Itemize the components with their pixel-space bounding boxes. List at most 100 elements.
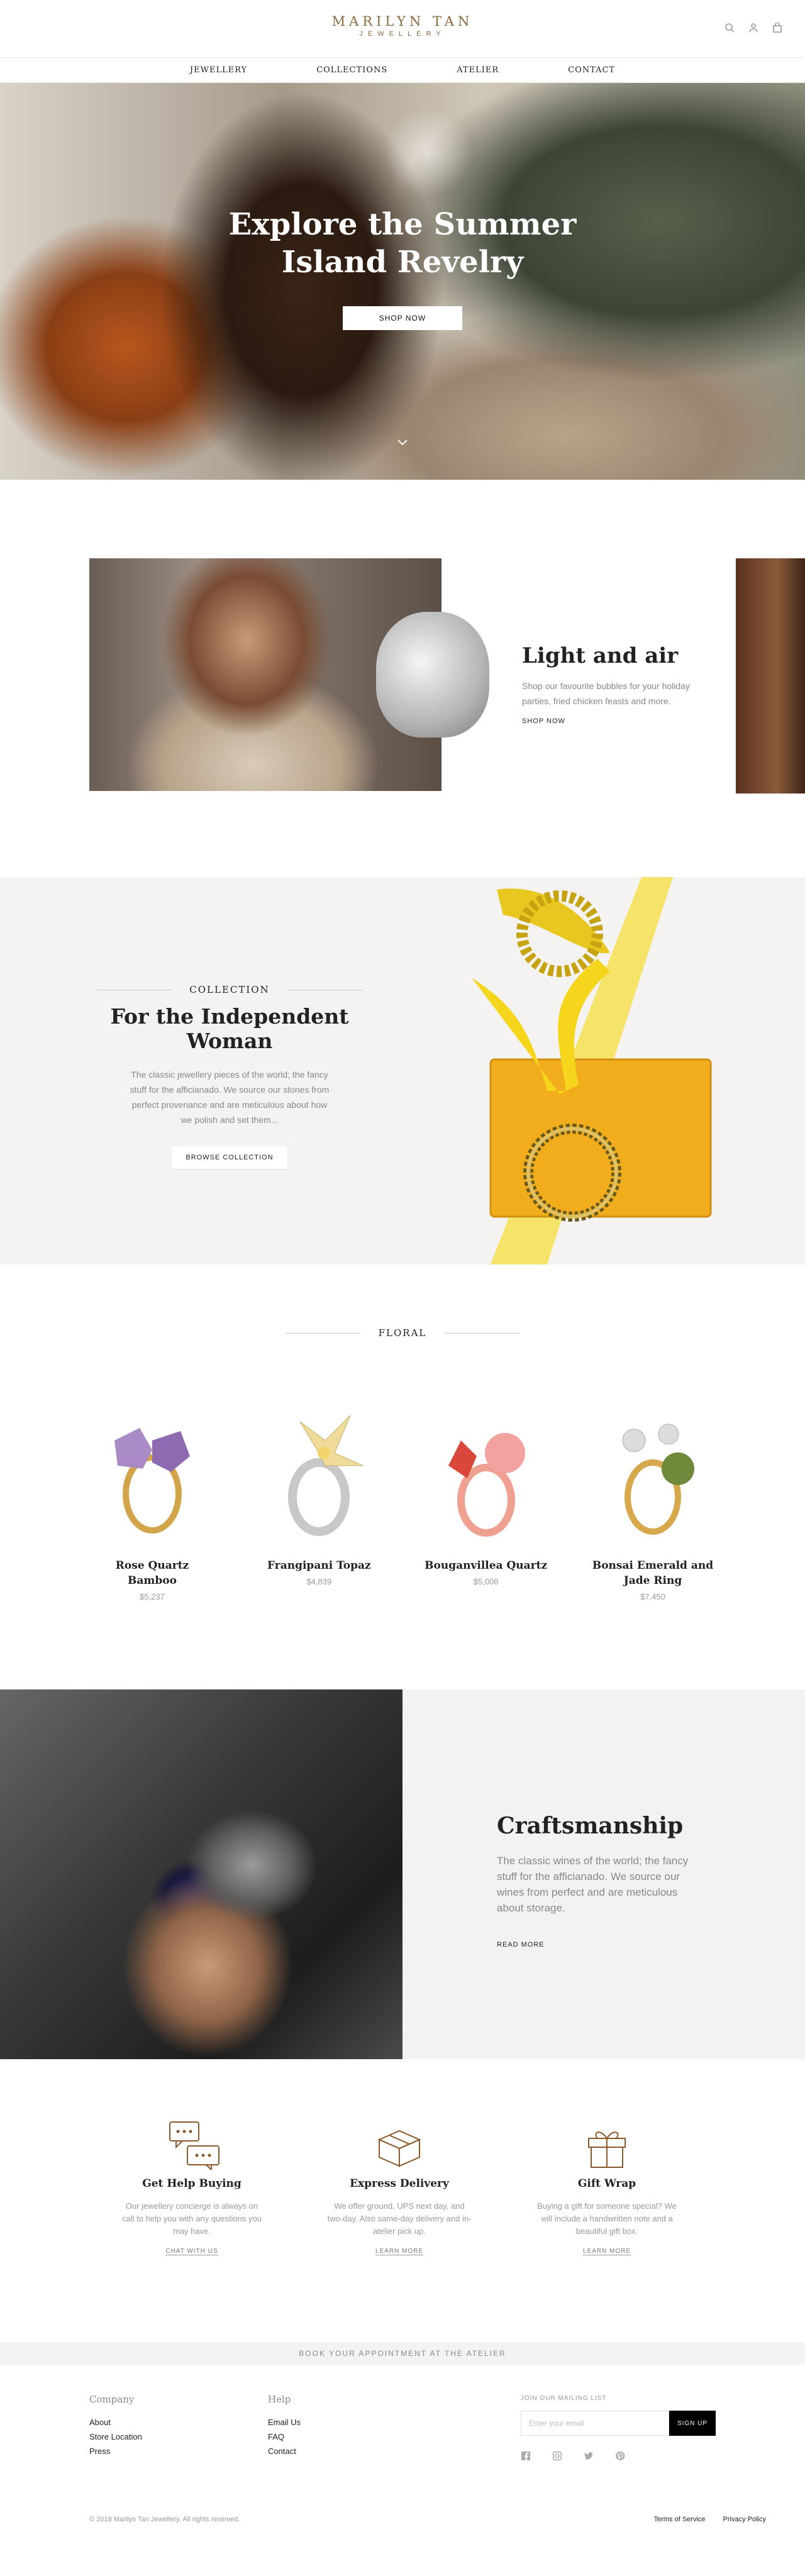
footer-link-faq[interactable]: FAQ [268, 2430, 301, 2444]
product-price: $5,237 [140, 1592, 165, 1601]
copyright-text: © 2018 Marilyn Tan Jewellery. All rights… [89, 2516, 240, 2523]
hero-title-line2: Island Revelry [281, 245, 524, 280]
product-price: $5,008 [473, 1577, 499, 1586]
product-image [448, 1433, 525, 1537]
light-and-air-title: Light and air [522, 643, 679, 668]
collection-section: COLLECTION For the Independent Woman The… [0, 877, 805, 1264]
product-image [622, 1423, 694, 1535]
product-price: $4,839 [306, 1577, 332, 1586]
site-footer: Company About Store Location Press Help … [0, 2365, 805, 2535]
footer-company-heading: Company [89, 2394, 135, 2405]
pinterest-icon[interactable] [615, 2451, 625, 2464]
nav-jewellery[interactable]: JEWELLERY [190, 65, 247, 75]
product-grid: Rose Quartz Bamboo $5,237 Frangipani Top… [89, 1396, 716, 1601]
service-title: Get Help Buying [142, 2177, 242, 2190]
site-header: MARILYN TAN JEWELLERY [0, 0, 805, 58]
brand-logo[interactable]: MARILYN TAN JEWELLERY [332, 14, 474, 38]
service-title: Gift Wrap [577, 2177, 636, 2190]
craftsmanship-title: Craftsmanship [497, 1813, 684, 1839]
floral-heading: FLORAL [0, 1327, 805, 1339]
collection-eyebrow-label: COLLECTION [189, 984, 270, 995]
silver-ring-image [376, 612, 489, 738]
user-icon[interactable] [748, 23, 758, 36]
mailing-list: JOIN OUR MAILING LIST SIGN UP [521, 2395, 716, 2464]
service-gift-wrap: Gift Wrap Buying a gift for someone spec… [535, 2120, 679, 2256]
product-card[interactable]: Frangipani Topaz $4,839 [256, 1396, 382, 1601]
craftsmanship-image [0, 1689, 402, 2059]
collection-artwork-image [472, 877, 712, 1264]
box-icon [377, 2130, 421, 2167]
service-text: We offer ground, UPS next day, and two-d… [327, 2201, 472, 2236]
brand-subtitle: JEWELLERY [359, 30, 446, 38]
nav-atelier[interactable]: ATELIER [457, 65, 499, 75]
floral-heading-label: FLORAL [378, 1327, 427, 1339]
terms-of-service-link[interactable]: Terms of Service [654, 2516, 706, 2523]
light-and-air-section: Light and air Shop our favourite bubbles… [0, 480, 805, 877]
email-input[interactable] [521, 2411, 669, 2436]
product-image [288, 1415, 364, 1536]
mailing-list-label: JOIN OUR MAILING LIST [521, 2395, 607, 2402]
gift-wrap-learn-more-link[interactable]: LEARN MORE [582, 2248, 631, 2255]
footer-help-heading: Help [268, 2394, 291, 2405]
main-nav: JEWELLERY COLLECTIONS ATELIER CONTACT [0, 58, 805, 83]
product-card[interactable]: Bonsai Emerald and Jade Ring $7,450 [590, 1396, 716, 1601]
facebook-icon[interactable] [521, 2451, 531, 2464]
social-links [521, 2451, 716, 2464]
service-get-help-buying: Get Help Buying Our jewellery concierge … [119, 2120, 264, 2256]
footer-bottom-bar: © 2018 Marilyn Tan Jewellery. All rights… [89, 2516, 766, 2523]
hero-banner: Explore the Summer Island Revelry SHOP N… [0, 83, 805, 480]
gift-icon [588, 2131, 626, 2168]
search-icon[interactable] [724, 23, 735, 36]
footer-link-about[interactable]: About [89, 2415, 142, 2430]
product-name: Rose Quartz Bamboo [115, 1559, 189, 1587]
hero-shop-now-button[interactable]: SHOP NOW [342, 306, 463, 330]
browse-collection-button[interactable]: BROWSE COLLECTION [172, 1146, 287, 1169]
bag-icon[interactable] [772, 22, 782, 36]
footer-help-column: Help Email Us FAQ Contact [268, 2394, 301, 2458]
footer-link-store-location[interactable]: Store Location [89, 2430, 142, 2444]
privacy-policy-link[interactable]: Privacy Policy [723, 2516, 766, 2523]
chevron-down-icon[interactable] [397, 438, 408, 446]
collection-text: The classic jewellery pieces of the worl… [130, 1070, 330, 1125]
service-express-delivery: Express Delivery We offer ground, UPS ne… [327, 2120, 472, 2256]
product-name: Bonsai Emerald and Jade Ring [592, 1559, 714, 1587]
footer-link-email-us[interactable]: Email Us [268, 2415, 301, 2430]
express-delivery-learn-more-link[interactable]: LEARN MORE [375, 2248, 424, 2255]
product-name: Frangipani Topaz [267, 1559, 371, 1572]
divider [285, 1332, 361, 1334]
light-and-air-text: Shop our favourite bubbles for your holi… [522, 681, 690, 706]
sign-up-button[interactable]: SIGN UP [669, 2411, 716, 2436]
floral-section: FLORAL Rose Quartz Bamboo $5,237 Frangip… [0, 1264, 805, 1689]
craftsmanship-read-more-link[interactable]: READ MORE [497, 1941, 545, 1949]
brand-name: MARILYN TAN [331, 14, 474, 29]
chat-bubbles-icon [169, 2121, 219, 2170]
nav-contact[interactable]: CONTACT [568, 65, 615, 75]
service-title: Express Delivery [350, 2177, 449, 2190]
hero-title: Explore the Summer Island Revelry [0, 206, 805, 281]
product-card[interactable]: Bouganvillea Quartz $5,008 [423, 1396, 549, 1601]
collection-title: For the Independent Woman [110, 1004, 349, 1053]
product-image [114, 1428, 190, 1534]
light-and-air-shop-link[interactable]: SHOP NOW [522, 717, 565, 725]
next-slide-image[interactable] [736, 558, 805, 793]
service-text: Buying a gift for someone special? We wi… [537, 2201, 677, 2236]
product-price: $7,450 [640, 1592, 665, 1601]
chat-with-us-link[interactable]: CHAT WITH US [165, 2248, 218, 2255]
twitter-icon[interactable] [584, 2451, 594, 2464]
hero-title-line1: Explore the Summer [228, 207, 577, 242]
footer-company-column: Company About Store Location Press [89, 2394, 142, 2458]
nav-collections[interactable]: COLLECTIONS [316, 65, 387, 75]
product-name: Bouganvillea Quartz [425, 1559, 548, 1572]
hero-light-flare [384, 108, 472, 196]
footer-link-contact[interactable]: Contact [268, 2444, 301, 2458]
craftsmanship-text: The classic wines of the world; the fanc… [497, 1855, 689, 1914]
product-card[interactable]: Rose Quartz Bamboo $5,237 [89, 1396, 215, 1601]
service-text: Our jewellery concierge is always on cal… [122, 2201, 262, 2236]
book-appointment-banner[interactable]: BOOK YOUR APPOINTMENT AT THE ATELIER [0, 2342, 805, 2365]
header-icons [724, 22, 782, 36]
footer-link-press[interactable]: Press [89, 2444, 142, 2458]
craftsmanship-section: Craftsmanship The classic wines of the w… [0, 1689, 805, 2059]
instagram-icon[interactable] [552, 2451, 562, 2464]
services-section: Get Help Buying Our jewellery concierge … [0, 2059, 805, 2342]
collection-eyebrow: COLLECTION [89, 984, 370, 995]
